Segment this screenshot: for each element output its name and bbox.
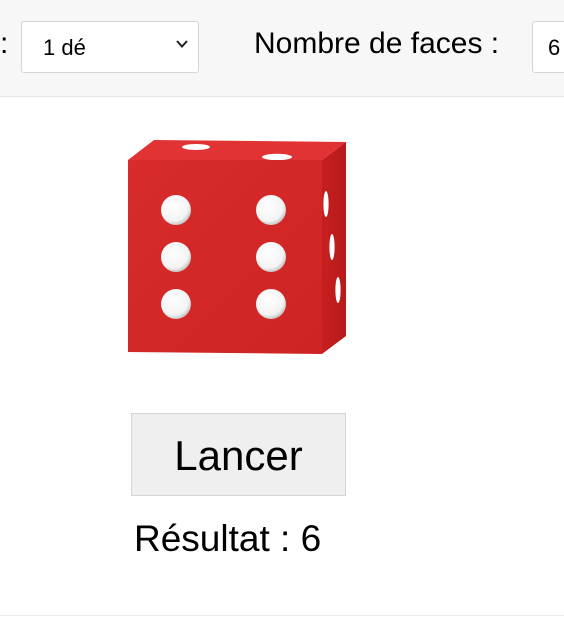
faces-count-value: 6 [548, 35, 561, 60]
faces-count-select[interactable]: 6 [532, 21, 564, 73]
die-front-face [128, 160, 322, 354]
dice-count-select[interactable]: 1 dé [21, 21, 199, 73]
die-side-pip [329, 234, 335, 260]
roll-button[interactable]: Lancer [131, 413, 346, 496]
die-side-pip [335, 277, 341, 303]
die-pip [256, 289, 286, 319]
settings-toolbar: : 1 dé Nombre de faces : 6 [0, 0, 564, 97]
die-top-pip [182, 144, 210, 150]
die-pip [161, 242, 191, 272]
result-display: Résultat : 6 [134, 518, 321, 560]
chevron-down-icon [176, 40, 188, 48]
die-3d[interactable] [126, 138, 348, 356]
die-top-pip [262, 153, 292, 161]
dice-count-label-colon: : [0, 27, 9, 60]
divider [0, 615, 564, 616]
dice-count-value: 1 dé [43, 35, 86, 60]
result-value: 6 [300, 518, 322, 559]
die-pip [161, 289, 191, 319]
die-pip [161, 195, 191, 225]
die-pip [256, 242, 286, 272]
die-top-face [128, 140, 346, 160]
faces-count-label: Nombre de faces : [254, 27, 500, 60]
die-pip [256, 195, 286, 225]
result-label: Résultat : [134, 518, 291, 559]
die-side-pip [323, 191, 329, 217]
